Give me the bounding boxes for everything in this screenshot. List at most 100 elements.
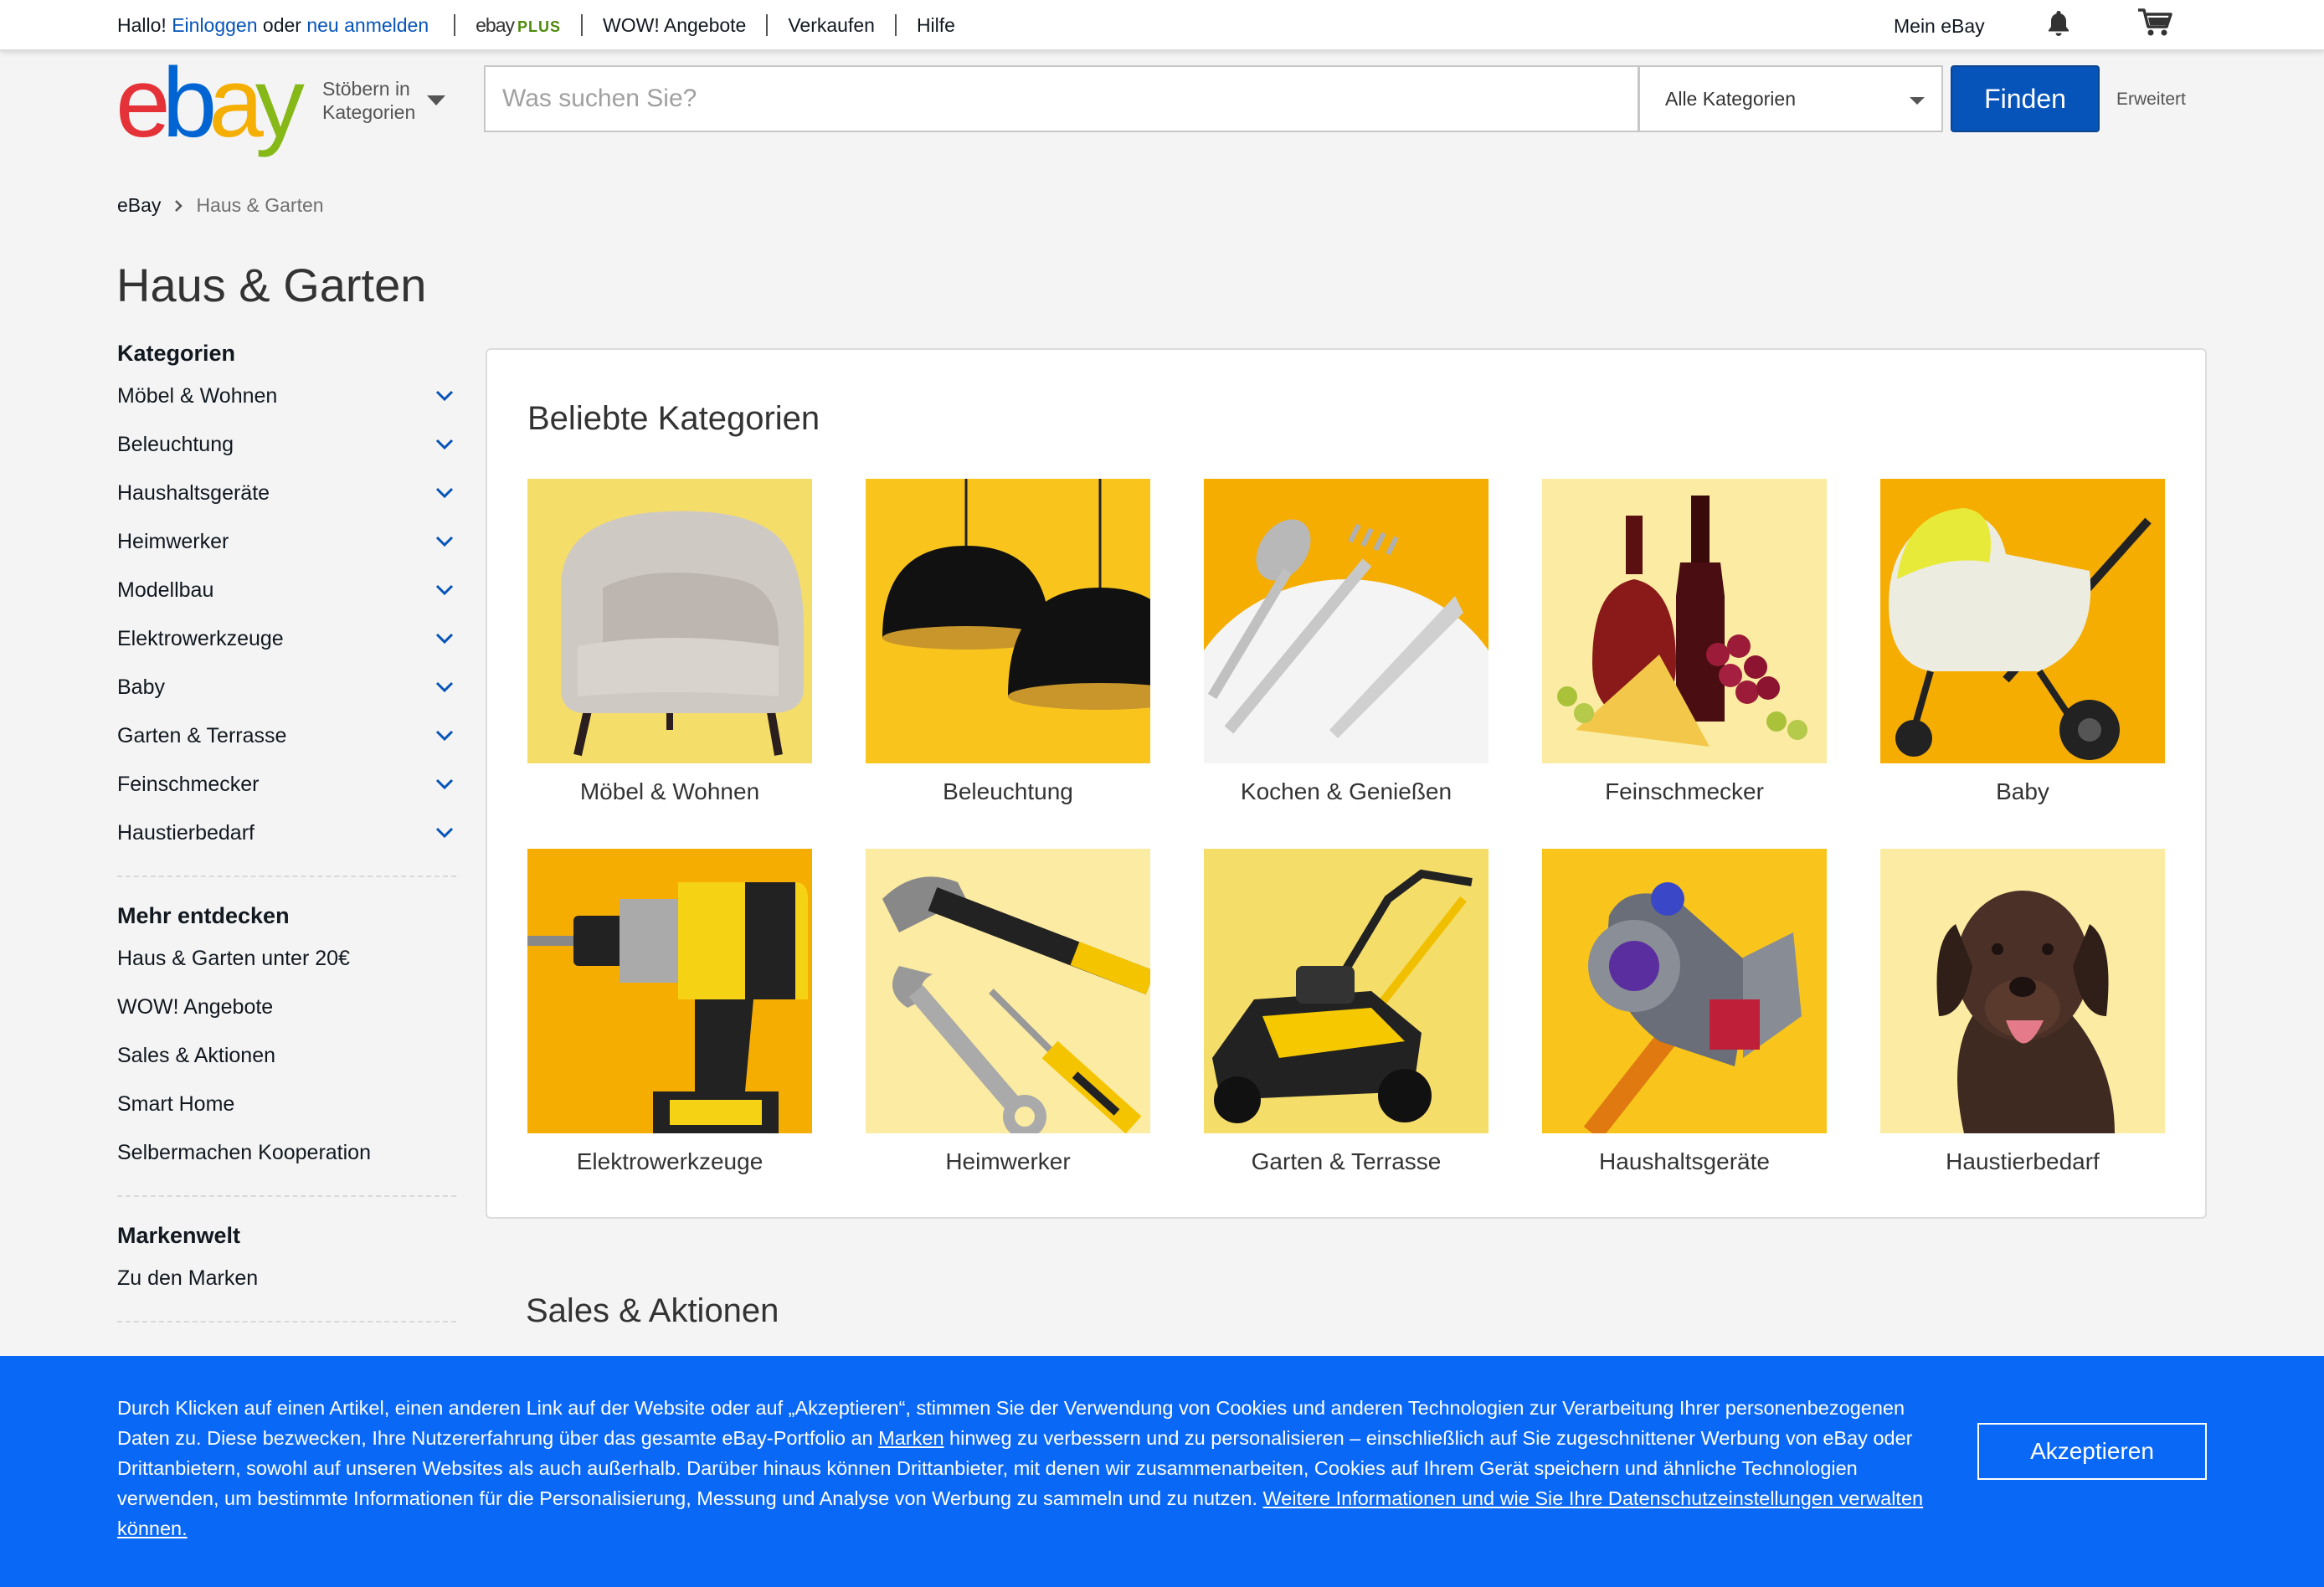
search-box bbox=[484, 65, 1639, 132]
search-button[interactable]: Finden bbox=[1951, 65, 2100, 132]
category-tile[interactable]: Kochen & Genießen bbox=[1204, 479, 1488, 805]
category-tile-label: Möbel & Wohnen bbox=[579, 778, 760, 804]
caret-down-icon[interactable] bbox=[427, 95, 445, 105]
sales-section-title: Sales & Aktionen bbox=[526, 1292, 779, 1329]
browse-line-1: Stöbern in bbox=[322, 78, 410, 100]
category-tile[interactable]: Haushaltsgeräte bbox=[1542, 849, 1827, 1175]
chevron-down-icon[interactable] bbox=[433, 384, 456, 408]
chevron-down-icon[interactable] bbox=[433, 627, 456, 650]
sidebar-category-item[interactable]: Modellbau bbox=[117, 566, 456, 614]
chevron-down-icon[interactable] bbox=[433, 530, 456, 553]
chevron-right-icon bbox=[175, 199, 183, 212]
divider bbox=[894, 14, 897, 36]
category-select[interactable]: Alle Kategorien bbox=[1638, 65, 1943, 132]
category-tile[interactable]: Heimwerker bbox=[866, 849, 1150, 1175]
sidebar-category-label: Beleuchtung bbox=[117, 432, 234, 456]
logo-letter: e bbox=[116, 48, 171, 158]
chevron-down-icon[interactable] bbox=[433, 578, 456, 602]
category-tile[interactable]: Garten & Terrasse bbox=[1204, 849, 1488, 1175]
breadcrumb-root[interactable]: eBay bbox=[117, 194, 161, 217]
sidebar-category-item[interactable]: Haustierbedarf bbox=[117, 809, 456, 857]
chevron-down-icon[interactable] bbox=[433, 433, 456, 456]
advanced-search-link[interactable]: Erweitert bbox=[2116, 90, 2186, 110]
logo-letter: y bbox=[255, 48, 305, 158]
category-list: Möbel & Wohnen Beleuchtung Haushaltsgeräte… bbox=[117, 372, 456, 857]
category-tile[interactable]: Elektrowerkzeuge bbox=[527, 849, 812, 1175]
sidebar-category-label: Baby bbox=[117, 675, 165, 699]
category-tile-label: Heimwerker bbox=[945, 1148, 1071, 1174]
sidebar-discover-link[interactable]: WOW! Angebote bbox=[117, 983, 456, 1031]
greeting-text: Hallo! bbox=[117, 13, 167, 36]
sidebar-discover-link[interactable]: Smart Home bbox=[117, 1080, 456, 1128]
sidebar-category-item[interactable]: Möbel & Wohnen bbox=[117, 372, 456, 420]
register-link[interactable]: neu anmelden bbox=[306, 14, 429, 37]
sidebar-category-label: Haushaltsgeräte bbox=[117, 480, 270, 505]
sidebar-category-item[interactable]: Haushaltsgeräte bbox=[117, 469, 456, 517]
dog-image bbox=[1880, 849, 2165, 1133]
breadcrumb: eBay Haus & Garten bbox=[117, 194, 324, 217]
sidebar-category-item[interactable]: Feinschmecker bbox=[117, 760, 456, 809]
wow-deals-link[interactable]: WOW! Angebote bbox=[603, 14, 746, 37]
sidebar-category-label: Haustierbedarf bbox=[117, 820, 255, 845]
sidebar-category-label: Modellbau bbox=[117, 578, 214, 602]
sidebar-heading-brands: Markenwelt bbox=[117, 1222, 241, 1248]
category-tile[interactable]: Möbel & Wohnen bbox=[527, 479, 812, 805]
category-tile-label: Beleuchtung bbox=[943, 778, 1073, 804]
sidebar-brand-link[interactable]: Zu den Marken bbox=[117, 1254, 456, 1302]
sidebar-heading-discover: Mehr entdecken bbox=[117, 902, 290, 928]
top-bar: Hallo! Einloggen oder neu anmelden ebay … bbox=[0, 0, 2324, 51]
popular-categories-card: Beliebte Kategorien Möbel & Wohnen Beleu… bbox=[486, 348, 2207, 1219]
ebay-plus-logo-plus: PLUS bbox=[517, 18, 562, 35]
caret-down-icon bbox=[1910, 97, 1925, 105]
vacuum-image bbox=[1542, 849, 1827, 1133]
category-tile[interactable]: Feinschmecker bbox=[1542, 479, 1827, 805]
category-tile[interactable]: Haustierbedarf bbox=[1880, 849, 2165, 1175]
sell-link[interactable]: Verkaufen bbox=[788, 14, 875, 37]
sidebar-heading-categories: Kategorien bbox=[117, 340, 236, 366]
accept-cookies-button[interactable]: Akzeptieren bbox=[1977, 1423, 2207, 1480]
sidebar-category-item[interactable]: Heimwerker bbox=[117, 517, 456, 566]
cookie-banner: Durch Klicken auf einen Artikel, einen a… bbox=[0, 1356, 2324, 1587]
sidebar-discover-link[interactable]: Selbermachen Kooperation bbox=[117, 1128, 456, 1177]
lawnmower-image bbox=[1204, 849, 1488, 1133]
browse-categories-button[interactable]: Stöbern in Kategorien bbox=[322, 77, 415, 124]
discover-list: Haus & Garten unter 20€ WOW! Angebote Sale… bbox=[117, 934, 456, 1177]
help-link[interactable]: Hilfe bbox=[917, 14, 955, 37]
sidebar-category-item[interactable]: Beleuchtung bbox=[117, 420, 456, 469]
chevron-down-icon[interactable] bbox=[433, 481, 456, 505]
search-input[interactable] bbox=[486, 67, 1639, 131]
stroller-image bbox=[1880, 479, 2165, 763]
pendant-lamp-image bbox=[866, 479, 1150, 763]
browse-line-2: Kategorien bbox=[322, 101, 416, 123]
login-link[interactable]: Einloggen bbox=[172, 14, 257, 37]
category-tile[interactable]: Beleuchtung bbox=[866, 479, 1150, 805]
sidebar-category-item[interactable]: Elektrowerkzeuge bbox=[117, 614, 456, 663]
chevron-down-icon[interactable] bbox=[433, 675, 456, 699]
chevron-down-icon[interactable] bbox=[433, 724, 456, 747]
popular-categories-title: Beliebte Kategorien bbox=[527, 400, 820, 437]
brands-link[interactable]: Marken bbox=[878, 1427, 943, 1449]
sidebar-category-item[interactable]: Garten & Terrasse bbox=[117, 711, 456, 760]
ebay-plus-link[interactable]: ebay PLUS bbox=[476, 14, 561, 37]
chevron-down-icon[interactable] bbox=[433, 821, 456, 845]
top-bar-left: Hallo! Einloggen oder neu anmelden ebay … bbox=[117, 0, 955, 50]
category-tile-label: Feinschmecker bbox=[1605, 778, 1764, 804]
divider bbox=[581, 14, 584, 36]
bell-icon[interactable] bbox=[2044, 8, 2073, 37]
category-tile[interactable]: Baby bbox=[1880, 479, 2165, 805]
category-tile-label: Garten & Terrasse bbox=[1251, 1148, 1442, 1174]
sidebar-category-label: Elektrowerkzeuge bbox=[117, 626, 284, 650]
category-select-label: Alle Kategorien bbox=[1665, 88, 1796, 110]
sidebar-discover-link[interactable]: Sales & Aktionen bbox=[117, 1031, 456, 1080]
tools-image bbox=[866, 849, 1150, 1133]
sidebar-discover-link[interactable]: Haus & Garten unter 20€ bbox=[117, 934, 456, 983]
ebay-logo[interactable]: ebay bbox=[116, 54, 305, 152]
category-tile-label: Kochen & Genießen bbox=[1240, 778, 1452, 804]
wine-cheese-image bbox=[1542, 479, 1827, 763]
sidebar-category-item[interactable]: Baby bbox=[117, 663, 456, 711]
cart-icon[interactable] bbox=[2136, 7, 2173, 39]
sidebar-category-label: Feinschmecker bbox=[117, 772, 260, 796]
my-ebay-link[interactable]: Mein eBay bbox=[1894, 15, 1985, 38]
chevron-down-icon[interactable] bbox=[433, 773, 456, 796]
cutlery-image bbox=[1204, 479, 1488, 763]
